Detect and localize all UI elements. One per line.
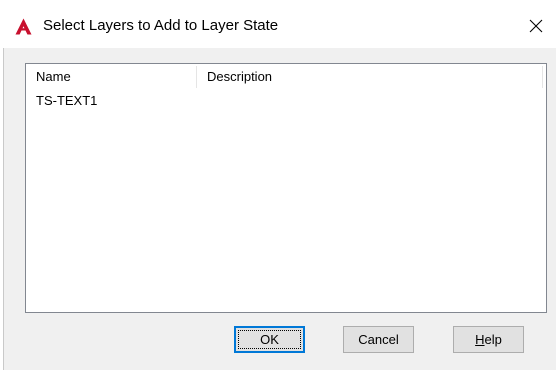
cancel-button-label: Cancel <box>358 332 399 347</box>
title-bar[interactable]: Select Layers to Add to Layer State <box>0 0 556 48</box>
close-icon <box>529 19 543 33</box>
close-button[interactable] <box>519 10 553 42</box>
ok-button[interactable]: OK <box>234 326 305 353</box>
focus-indicator <box>238 330 301 349</box>
column-divider[interactable] <box>542 66 543 88</box>
layer-name-cell: TS-TEXT1 <box>36 93 98 108</box>
autocad-logo-icon <box>15 18 32 35</box>
column-header-name[interactable]: Name <box>26 64 197 88</box>
layers-list[interactable]: Name Description TS-TEXT1 <box>25 63 547 313</box>
list-header: Name Description <box>26 64 546 88</box>
column-header-description[interactable]: Description <box>197 64 542 88</box>
list-item[interactable]: TS-TEXT1 <box>26 89 546 111</box>
help-mnemonic-letter: H <box>475 332 485 347</box>
cancel-button[interactable]: Cancel <box>343 326 414 353</box>
help-button[interactable]: Help <box>453 326 524 353</box>
dialog-title: Select Layers to Add to Layer State <box>43 17 279 34</box>
select-layers-dialog: Select Layers to Add to Layer State Name… <box>0 0 556 370</box>
help-button-label: elp <box>484 332 502 347</box>
